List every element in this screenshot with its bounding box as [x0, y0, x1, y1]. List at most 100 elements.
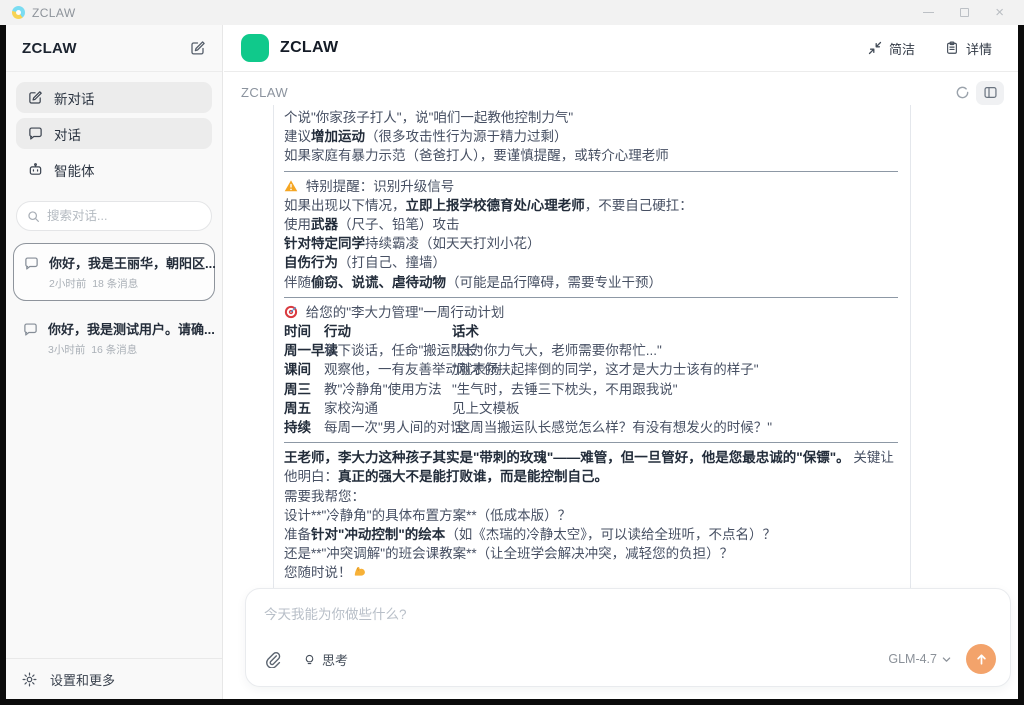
message-input[interactable] [264, 603, 994, 637]
table-cell: 每周一次"男人间的对话" [324, 418, 452, 437]
message-line: 特别提醒：识别升级信号 [284, 177, 898, 196]
gear-icon [22, 672, 37, 687]
warning-icon [284, 179, 298, 193]
robot-icon [28, 162, 43, 177]
close-button[interactable]: × [995, 5, 1004, 20]
agent-name: ZCLAW [241, 85, 288, 100]
message-line: 还是**"冲突调解"的班会课教案**（让全班学会解决冲突，减轻您的负担）？ [284, 544, 898, 563]
sidebar-item-label: 新对话 [54, 88, 95, 108]
sidebar: ZCLAW 新对话 对话 智能体 [6, 25, 223, 699]
chat-bubble-icon [23, 322, 38, 337]
compose-icon [28, 90, 43, 105]
table-cell: "因为你力气大，老师需要你帮忙..." [452, 341, 898, 360]
brand-logo-icon [241, 34, 269, 62]
think-toggle[interactable]: 思考 [303, 650, 348, 669]
window-title: ZCLAW [32, 6, 76, 20]
message-line: 王老师，李大力这种孩子其实是"带刺的玫瑰"——难管，但一旦管好，他是您最忠诚的"… [284, 448, 898, 486]
conversation-item[interactable]: 你好，我是王丽华，朝阳区... 2小时前 18 条消息 [13, 243, 215, 301]
sidebar-item-agents[interactable]: 智能体 [16, 154, 212, 185]
close-icon: × [995, 5, 1004, 20]
maximize-icon [960, 8, 969, 17]
action-plan-table: 时间行动话术周一早读私下谈话，任命"搬运队长""因为你力气大，老师需要你帮忙..… [284, 322, 898, 437]
sidebar-title: ZCLAW [22, 40, 77, 57]
table-cell: 周三 [284, 380, 324, 399]
new-chat-button[interactable] [190, 40, 206, 56]
search-icon [27, 210, 40, 223]
side-panel-icon [983, 85, 998, 100]
compact-view-button[interactable]: 简洁 [868, 39, 915, 58]
settings-button[interactable]: 设置和更多 [6, 658, 222, 699]
table-cell: 课间 [284, 360, 324, 379]
table-cell: 家校沟通 [324, 399, 452, 418]
details-view-button[interactable]: 详情 [945, 39, 992, 58]
window-titlebar: ZCLAW × [0, 0, 1024, 25]
composer: 思考 GLM-4.7 [245, 588, 1011, 687]
maximize-button[interactable] [960, 8, 969, 17]
message-line: 建议增加运动（很多攻击性行为源于精力过剩） [284, 127, 898, 146]
model-label: GLM-4.7 [888, 652, 937, 666]
attach-button[interactable] [264, 651, 281, 668]
message-line: 如果家庭有暴力示范（爸爸打人），要谨慎提醒，或转介心理老师 [284, 146, 898, 165]
table-header: 时间 [284, 322, 324, 341]
brand-name: ZCLAW [280, 39, 338, 57]
sidebar-item-chats[interactable]: 对话 [16, 118, 212, 149]
table-cell: 持续 [284, 418, 324, 437]
message-line: 伴随偷窃、说谎、虐待动物（可能是品行障碍，需要专业干预） [284, 273, 898, 292]
details-view-label: 详情 [966, 39, 992, 58]
sidebar-item-label: 智能体 [54, 160, 95, 180]
settings-label: 设置和更多 [50, 670, 115, 689]
message-divider [284, 171, 898, 172]
muscle-icon [352, 565, 366, 579]
assistant-message: 个说"你家孩子打人"，说"咱们一起教他控制力气"建议增加运动（很多攻击性行为源于… [273, 105, 911, 597]
conversation-meta: 2小时前 18 条消息 [49, 276, 216, 291]
main-area: ZCLAW 简洁 详情 ZCLAW [224, 25, 1018, 699]
conversation-list: 你好，我是王丽华，朝阳区... 2小时前 18 条消息 你好，我是测试用户。请确… [13, 243, 215, 366]
message-line: 您随时说！ [284, 563, 898, 582]
toggle-panel-button[interactable] [976, 81, 1004, 105]
app-window: ZCLAW 新对话 对话 智能体 [6, 25, 1018, 699]
table-cell: "生气时，去锤三下枕头，不用跟我说" [452, 380, 898, 399]
message-divider [284, 297, 898, 298]
message-body: 个说"你家孩子打人"，说"咱们一起教他控制力气"建议增加运动（很多攻击性行为源于… [284, 108, 898, 583]
table-cell: "这周当搬运队长感觉怎么样？有没有想发火的时候？" [452, 418, 898, 437]
search-box [16, 201, 212, 231]
clipboard-icon [945, 41, 959, 55]
chat-bubble-icon [28, 126, 43, 141]
table-cell: 周五 [284, 399, 324, 418]
conversation-meta: 3小时前 16 条消息 [48, 342, 215, 357]
lightbulb-icon [303, 653, 316, 666]
chevron-down-icon [941, 654, 952, 665]
send-button[interactable] [966, 644, 996, 674]
message-line: 如果出现以下情况，立即上报学校德育处/心理老师，不要自己硬扛： [284, 196, 898, 215]
sidebar-item-label: 对话 [54, 124, 81, 144]
table-cell: 周一早读 [284, 341, 324, 360]
collapse-icon [868, 41, 882, 55]
table-cell: 教"冷静角"使用方法 [324, 380, 452, 399]
message-divider [284, 442, 898, 443]
message-line: 需要我帮您： [284, 487, 898, 506]
search-input[interactable] [47, 209, 187, 223]
think-label: 思考 [322, 650, 348, 669]
message-line: 自伤行为（打自己、撞墙） [284, 253, 898, 272]
conversation-title: 你好，我是王丽华，朝阳区... [49, 253, 216, 272]
message-line: 针对特定同学持续霸凌（如天天打刘小花） [284, 234, 898, 253]
conversation-item[interactable]: 你好，我是测试用户。请确... 3小时前 16 条消息 [13, 310, 215, 366]
message-line: 给您的"李大力管理"一周行动计划 [284, 303, 898, 322]
message-line: 设计**"冷静角"的具体布置方案**（低成本版）？ [284, 506, 898, 525]
target-icon [284, 305, 298, 319]
model-selector[interactable]: GLM-4.7 [888, 652, 952, 666]
minimize-button[interactable] [923, 12, 934, 14]
app-logo-icon [12, 6, 25, 19]
table-header: 行动 [324, 322, 452, 341]
table-cell: 观察他，一有友善举动就表扬 [324, 360, 452, 379]
paperclip-icon [264, 651, 281, 668]
sync-icon[interactable] [955, 85, 970, 100]
table-cell: "刚才你扶起摔倒的同学，这才是大力士该有的样子" [452, 360, 898, 379]
message-line: 准备针对"冲动控制"的绘本（如《杰瑞的冷静太空》，可以读给全班听，不点名）？ [284, 525, 898, 544]
main-header: ZCLAW 简洁 详情 [224, 25, 1018, 72]
minimize-icon [923, 12, 934, 14]
table-cell: 见上文模板 [452, 399, 898, 418]
chat-bubble-icon [24, 256, 39, 271]
sidebar-item-new-chat[interactable]: 新对话 [16, 82, 212, 113]
table-header: 话术 [452, 322, 898, 341]
